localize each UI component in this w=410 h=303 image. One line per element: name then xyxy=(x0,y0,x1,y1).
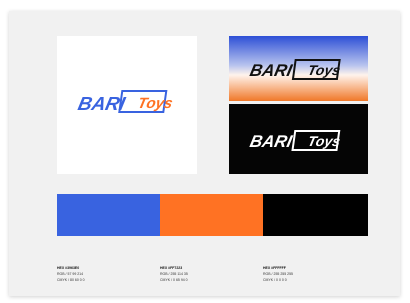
logo-text-toys: Toys xyxy=(136,95,174,112)
color-swatch-orange xyxy=(160,194,263,236)
color-swatch-blue xyxy=(57,194,160,236)
logo-text-toys: Toys xyxy=(306,133,342,149)
logo-panel-gradient: BARI Toys xyxy=(229,36,368,101)
color-codes-black: HEX #FFFFFF RGB / 255 255 255 CMYK / 0 0… xyxy=(263,265,293,283)
color-codes-blue: HEX #3963E0 RGB / 57 99 214 CMYK / 80 60… xyxy=(57,265,85,283)
baritoys-logo-dark: BARI Toys xyxy=(248,59,342,80)
cmyk-code: CMYK / 0 65 94 0 xyxy=(160,278,188,282)
logo-panel-black: BARI Toys xyxy=(229,104,368,174)
cmyk-code: CMYK / 80 60 0 0 xyxy=(57,278,85,282)
color-codes-orange: HEX #FF7223 RGB / 255 114 35 CMYK / 0 65… xyxy=(160,265,188,283)
logo-text-bari: BARI xyxy=(248,60,295,80)
logo-panel-white: BARI Toys xyxy=(57,36,197,174)
logo-text-toys: Toys xyxy=(306,62,342,78)
logo-text-bari: BARI xyxy=(248,131,295,151)
baritoys-logo-white: BARI Toys xyxy=(248,130,342,151)
baritoys-logo-color: BARI Toys xyxy=(76,90,174,115)
cmyk-code: CMYK / 0 0 0 0 xyxy=(263,278,287,282)
color-swatch-black xyxy=(263,194,368,236)
